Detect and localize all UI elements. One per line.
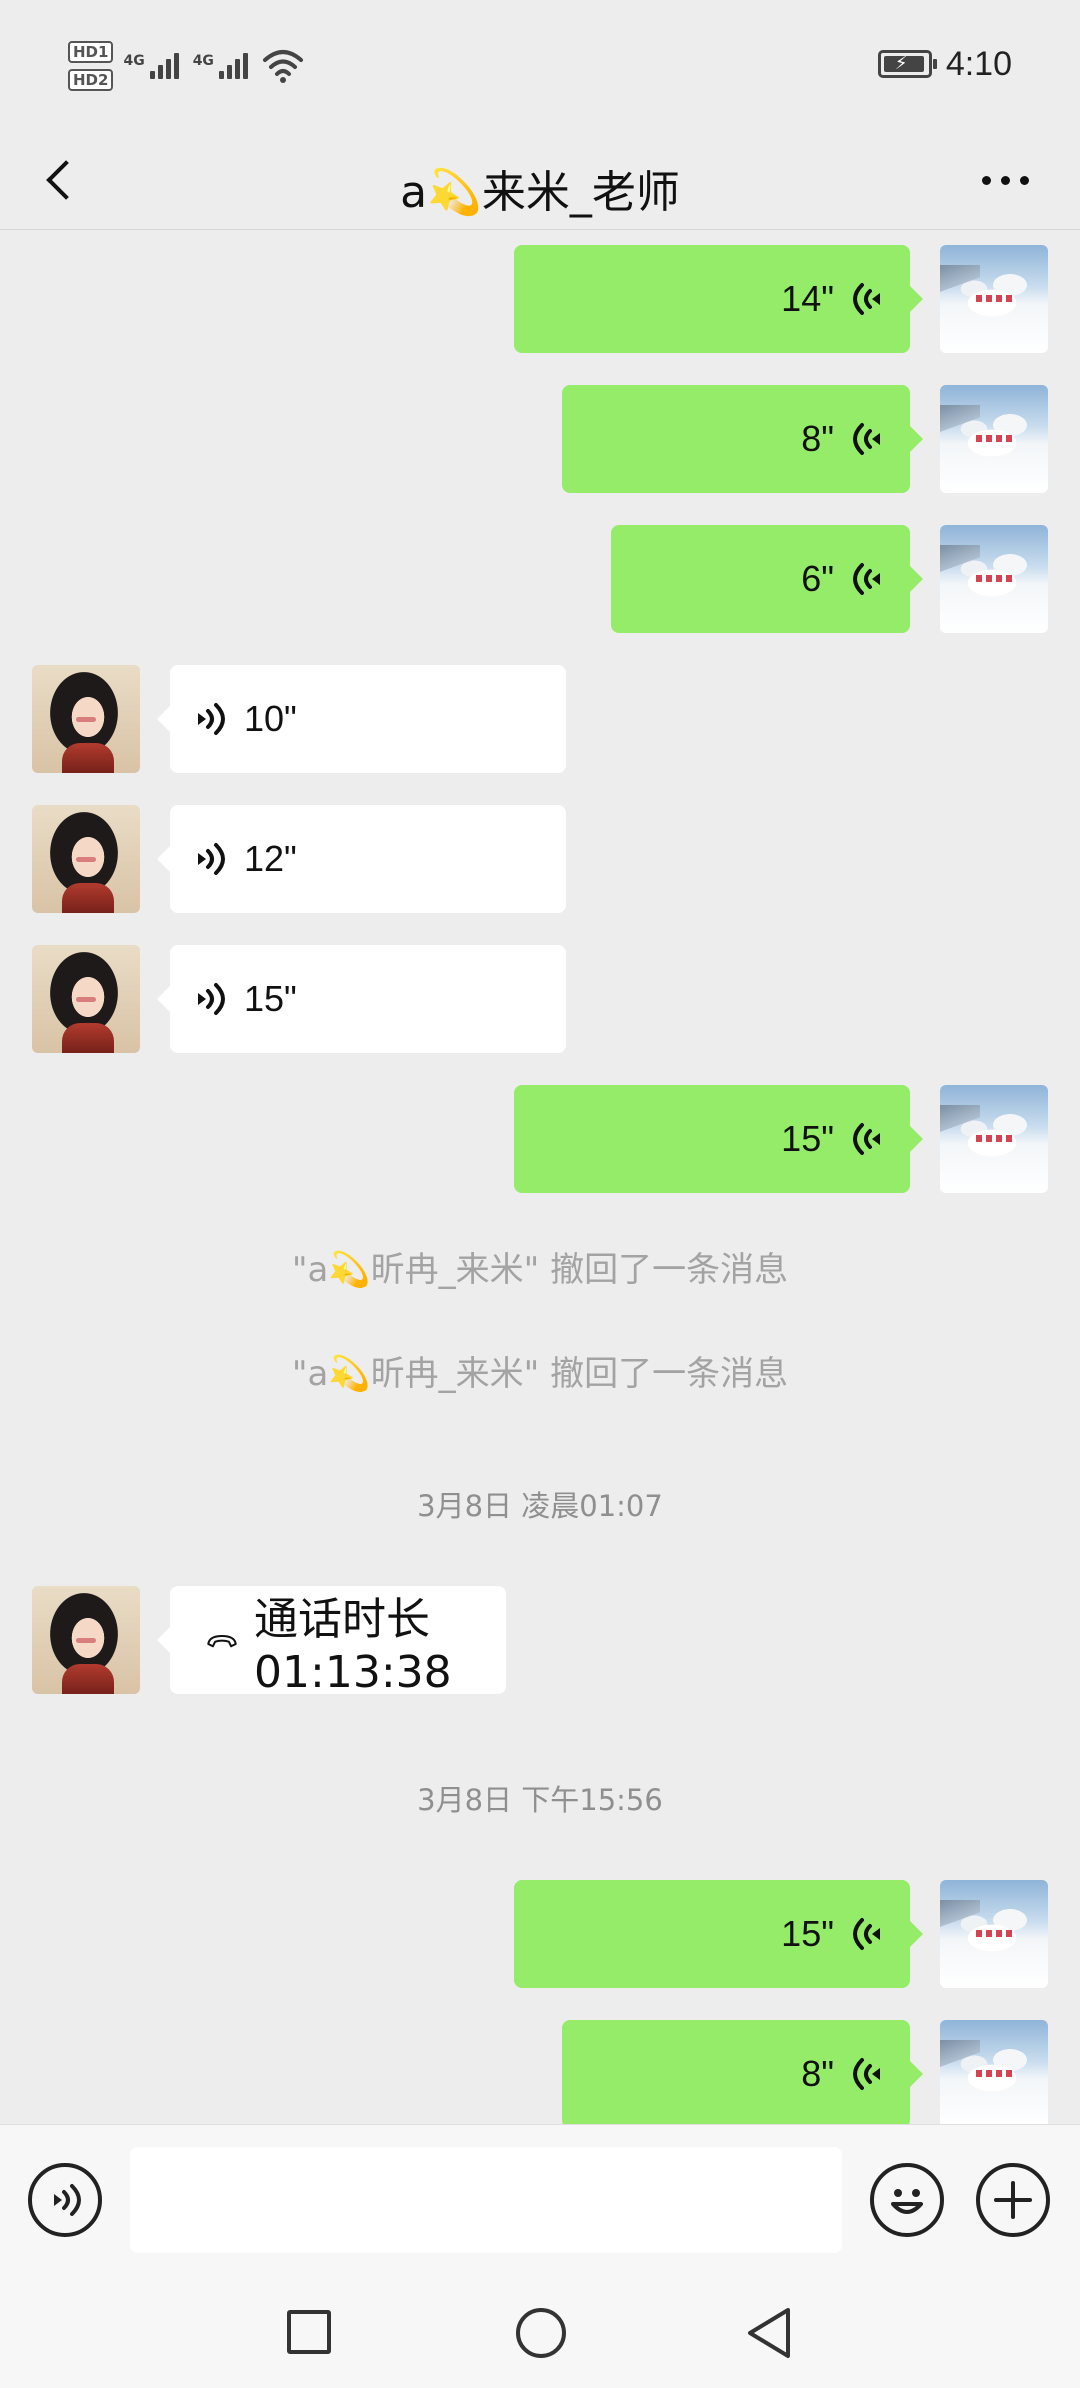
message-input[interactable] (130, 2147, 842, 2253)
voice-wave-icon (853, 563, 880, 595)
voice-wave-icon (853, 1918, 880, 1950)
wifi-icon (262, 50, 303, 83)
more-options-button[interactable] (970, 160, 1040, 200)
voice-message-bubble[interactable]: 15" (514, 1085, 923, 1193)
contact-avatar[interactable] (32, 805, 140, 913)
signal-icon-sim2: 4G (193, 53, 248, 79)
my-avatar[interactable] (940, 385, 1048, 493)
voice-duration: 10" (244, 698, 297, 739)
voice-wave-icon (853, 423, 880, 455)
input-bar (0, 2124, 1080, 2274)
voice-wave-icon (853, 283, 880, 315)
message-timestamp: 3月8日 下午15:56 (417, 1783, 663, 1817)
voice-input-icon (54, 2184, 81, 2216)
signal-icon-sim1: 4G (123, 53, 179, 79)
my-avatar[interactable] (940, 245, 1048, 353)
voice-duration: 15" (244, 978, 297, 1019)
contact-avatar[interactable] (32, 665, 140, 773)
my-avatar[interactable] (940, 1880, 1048, 1988)
voice-message-bubble[interactable]: 12" (157, 805, 566, 913)
recent-apps-button[interactable] (287, 2310, 331, 2354)
system-back-button[interactable] (744, 2306, 794, 2360)
my-avatar[interactable] (940, 1085, 1048, 1193)
hd1-badge: HD1 (68, 41, 114, 63)
hd-indicators: HD1 HD2 (68, 41, 114, 91)
my-avatar[interactable] (940, 525, 1048, 633)
recall-notice: "a💫昕冉_来米" 撤回了一条消息 (291, 1354, 789, 1394)
voice-duration: 15" (781, 1913, 834, 1954)
voice-wave-icon (198, 703, 225, 735)
emoji-button[interactable] (870, 2163, 944, 2237)
voice-input-toggle-button[interactable] (28, 2163, 102, 2237)
call-duration-text: 通话时长 01:13:38 (254, 1593, 452, 1698)
message-timestamp: 3月8日 凌晨01:07 (417, 1489, 663, 1523)
voice-wave-icon (198, 843, 225, 875)
voice-message-bubble[interactable]: 14" (514, 245, 923, 353)
more-functions-button[interactable] (976, 2163, 1050, 2237)
status-bar: HD1 HD2 4G 4G ⚡ 4:10 (0, 0, 1080, 130)
contact-avatar[interactable] (32, 945, 140, 1053)
header-divider (0, 229, 1080, 230)
home-button[interactable] (516, 2308, 566, 2358)
voice-duration: 6" (801, 558, 834, 599)
battery-charging-icon: ⚡ (877, 50, 937, 78)
voice-duration: 15" (781, 1118, 834, 1159)
hd2-badge: HD2 (68, 69, 114, 91)
chat-title: a💫来米_老师 (400, 167, 680, 218)
plus-icon (994, 2181, 1032, 2219)
my-avatar[interactable] (940, 2020, 1048, 2128)
network-type-label: 4G (123, 53, 145, 69)
voice-duration: 14" (781, 278, 834, 319)
voice-message-bubble[interactable]: 15" (157, 945, 566, 1053)
status-right: ⚡ 4:10 (877, 44, 1012, 84)
status-left: HD1 HD2 4G 4G (68, 36, 304, 96)
voice-wave-icon (853, 1123, 880, 1155)
network-type-label: 4G (192, 53, 214, 69)
voice-message-bubble[interactable]: 8" (562, 385, 923, 493)
recall-notice: "a💫昕冉_来米" 撤回了一条消息 (291, 1250, 789, 1290)
voice-duration: 12" (244, 838, 297, 879)
system-nav-bar (0, 2274, 1080, 2388)
voice-message-bubble[interactable]: 8" (562, 2020, 923, 2128)
call-record-bubble[interactable]: 通话时长 01:13:38 (157, 1586, 506, 1698)
voice-message-bubble[interactable]: 6" (611, 525, 923, 633)
voice-wave-icon (198, 983, 225, 1015)
clock: 4:10 (945, 44, 1012, 83)
more-dots-icon (981, 175, 991, 185)
voice-message-bubble[interactable]: 15" (514, 1880, 923, 1988)
emoji-icon (891, 2189, 923, 2214)
voice-message-bubble[interactable]: 10" (157, 665, 566, 773)
chat-header: a💫来米_老师 (0, 130, 1080, 230)
voice-duration: 8" (801, 2053, 834, 2094)
contact-avatar[interactable] (32, 1586, 140, 1694)
voice-duration: 8" (801, 418, 834, 459)
voice-wave-icon (853, 2058, 880, 2090)
phone-hangup-icon (207, 1634, 237, 1648)
